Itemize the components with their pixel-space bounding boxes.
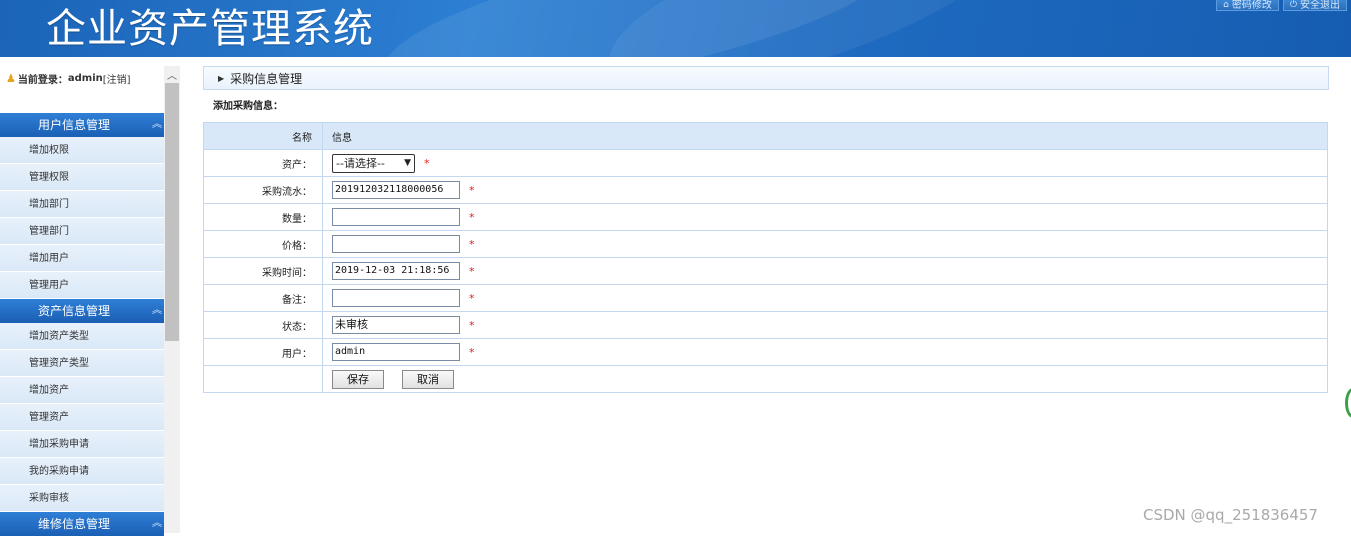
price-cell: * xyxy=(322,230,1328,258)
required-mark: * xyxy=(469,183,475,197)
user-input[interactable]: admin xyxy=(332,343,460,361)
table-header-row: 名称 信息 xyxy=(203,122,1328,150)
sidebar-item-add-role[interactable]: 增加权限 xyxy=(0,137,164,164)
scrollbar-thumb[interactable] xyxy=(165,83,179,341)
chevron-up-icon: ︽ xyxy=(152,119,162,130)
required-mark: * xyxy=(424,156,430,170)
required-mark: * xyxy=(469,264,475,278)
login-status: ♟ 当前登录： admin [注销] xyxy=(0,68,164,88)
sidebar-menu: 用户信息管理 ︽ 增加权限 管理权限 增加部门 管理部门 增加用户 管理用户 资… xyxy=(0,113,164,536)
change-password-link[interactable]: ⌂ 密码修改 xyxy=(1216,0,1279,11)
floating-widget[interactable] xyxy=(1345,388,1351,418)
login-prefix: 当前登录： xyxy=(17,74,68,86)
empty-cell xyxy=(203,365,323,393)
quantity-cell: * xyxy=(322,203,1328,231)
sidebar-item-purchase-review[interactable]: 采购审核 xyxy=(0,485,164,512)
quantity-input[interactable] xyxy=(332,208,460,226)
sidebar-item-add-department[interactable]: 增加部门 xyxy=(0,191,164,218)
sidebar-scrollbar[interactable]: ︿ xyxy=(164,66,180,533)
menu-group-title: 资产信息管理 xyxy=(38,304,111,318)
user-icon: ♟ xyxy=(6,71,16,85)
table-row: 资产： --请选择-- ▼ * xyxy=(203,149,1328,177)
table-row: 价格： * xyxy=(203,230,1328,258)
table-row: 采购流水： 201912032118000056 * xyxy=(203,176,1328,204)
sidebar-item-manage-user[interactable]: 管理用户 xyxy=(0,272,164,299)
required-mark: * xyxy=(469,345,475,359)
sidebar: ♟ 当前登录： admin [注销] ︿ 用户信息管理 ︽ 增加权限 管理权限 … xyxy=(0,57,180,536)
sidebar-item-manage-department[interactable]: 管理部门 xyxy=(0,218,164,245)
actions-cell: 保存 取消 xyxy=(322,365,1328,393)
menu-group-asset[interactable]: 资产信息管理 ︽ xyxy=(0,299,164,323)
required-mark: * xyxy=(469,210,475,224)
menu-group-title: 用户信息管理 xyxy=(38,118,111,132)
sidebar-item-add-asset-type[interactable]: 增加资产类型 xyxy=(0,323,164,350)
quantity-label: 数量： xyxy=(203,203,323,231)
scroll-up-arrow-icon[interactable]: ︿ xyxy=(164,66,180,82)
table-row: 保存 取消 xyxy=(203,365,1328,393)
menu-group-title: 维修信息管理 xyxy=(38,517,111,531)
price-label: 价格： xyxy=(203,230,323,258)
sidebar-item-manage-asset[interactable]: 管理资产 xyxy=(0,404,164,431)
serial-input[interactable]: 201912032118000056 xyxy=(332,181,460,199)
asset-select[interactable]: --请选择-- ▼ xyxy=(332,153,415,173)
user-cell: admin * xyxy=(322,338,1328,366)
purchase-form: 名称 信息 资产： --请选择-- ▼ * 采购流水： 201912032118… xyxy=(203,122,1328,393)
purchase-time-input[interactable]: 2019-12-03 21:18:56 xyxy=(332,262,460,280)
logout-link[interactable]: ⏻ 安全退出 xyxy=(1282,0,1347,11)
remark-label: 备注： xyxy=(203,284,323,312)
remark-cell: * xyxy=(322,284,1328,312)
top-links: ⌂ 密码修改 ⏻ 安全退出 xyxy=(1216,0,1347,11)
form-subtitle: 添加采购信息： xyxy=(213,101,283,112)
asset-cell: --请选择-- ▼ * xyxy=(322,149,1328,177)
table-row: 状态： 未审核 * xyxy=(203,311,1328,339)
change-password-label: 密码修改 xyxy=(1231,0,1272,11)
chevron-up-icon: ︽ xyxy=(152,305,162,316)
home-icon: ⌂ xyxy=(1223,0,1229,10)
required-mark: * xyxy=(469,291,475,305)
status-label: 状态： xyxy=(203,311,323,339)
logout-inline-link[interactable]: [注销] xyxy=(103,71,131,86)
status-cell: 未审核 * xyxy=(322,311,1328,339)
serial-label: 采购流水： xyxy=(203,176,323,204)
sidebar-item-manage-asset-type[interactable]: 管理资产类型 xyxy=(0,350,164,377)
asset-label: 资产： xyxy=(203,149,323,177)
remark-input[interactable] xyxy=(332,289,460,307)
time-label: 采购时间： xyxy=(203,257,323,285)
sidebar-item-add-asset[interactable]: 增加资产 xyxy=(0,377,164,404)
status-input[interactable]: 未审核 xyxy=(332,316,460,334)
breadcrumb: ▶ 采购信息管理 xyxy=(203,66,1329,90)
login-username: admin xyxy=(67,72,103,84)
user-label: 用户： xyxy=(203,338,323,366)
table-row: 用户： admin * xyxy=(203,338,1328,366)
power-icon: ⏻ xyxy=(1289,0,1297,10)
table-row: 数量： * xyxy=(203,203,1328,231)
price-input[interactable] xyxy=(332,235,460,253)
sidebar-item-manage-role[interactable]: 管理权限 xyxy=(0,164,164,191)
watermark: CSDN @qq_251836457 xyxy=(1143,506,1318,524)
header-decoration xyxy=(591,0,1029,57)
column-header-info: 信息 xyxy=(322,122,1328,150)
cancel-button[interactable]: 取消 xyxy=(402,369,454,389)
caret-right-icon: ▶ xyxy=(218,73,225,83)
logout-label: 安全退出 xyxy=(1300,0,1340,11)
menu-group-repair[interactable]: 维修信息管理 ︽ xyxy=(0,512,164,536)
sidebar-item-add-purchase-request[interactable]: 增加采购申请 xyxy=(0,431,164,458)
column-header-name: 名称 xyxy=(203,122,323,150)
table-row: 备注： * xyxy=(203,284,1328,312)
app-header: 企业资产管理系统 ⌂ 密码修改 ⏻ 安全退出 xyxy=(0,0,1351,57)
asset-select-value: --请选择-- xyxy=(336,157,385,170)
breadcrumb-label: 采购信息管理 xyxy=(230,71,303,86)
chevron-down-icon: ▼ xyxy=(404,158,411,168)
save-button[interactable]: 保存 xyxy=(332,369,384,389)
sidebar-item-add-user[interactable]: 增加用户 xyxy=(0,245,164,272)
required-mark: * xyxy=(469,318,475,332)
table-row: 采购时间： 2019-12-03 21:18:56 * xyxy=(203,257,1328,285)
menu-group-user[interactable]: 用户信息管理 ︽ xyxy=(0,113,164,137)
sidebar-item-my-purchase-requests[interactable]: 我的采购申请 xyxy=(0,458,164,485)
chevron-up-icon: ︽ xyxy=(152,518,162,529)
required-mark: * xyxy=(469,237,475,251)
app-title: 企业资产管理系统 xyxy=(46,6,374,52)
time-cell: 2019-12-03 21:18:56 * xyxy=(322,257,1328,285)
serial-cell: 201912032118000056 * xyxy=(322,176,1328,204)
